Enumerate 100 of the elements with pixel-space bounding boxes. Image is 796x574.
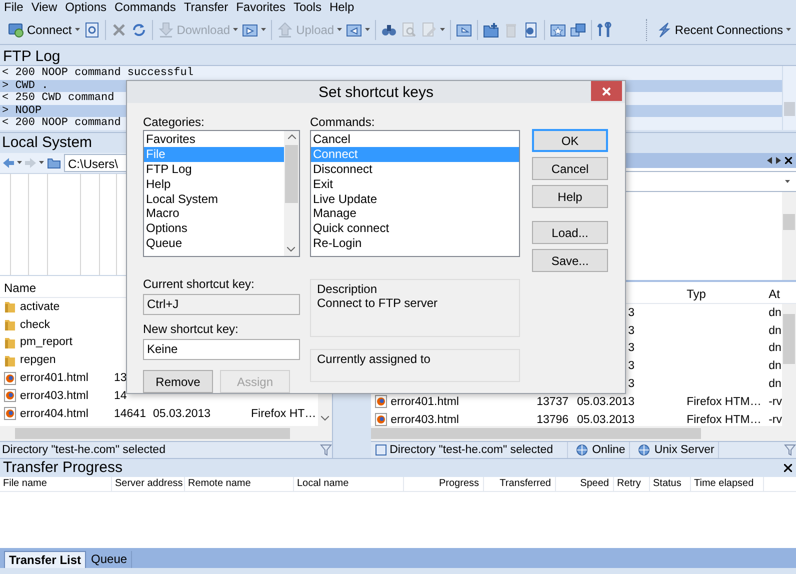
dialog-button[interactable]: Help [532,185,608,208]
input-field[interactable]: Keine [143,339,300,360]
file-date: 3 [627,342,635,354]
dialog-button[interactable]: Save... [532,249,608,272]
file-date: 05.03.2013 [153,408,212,420]
panel-title: Transfer Progress [3,459,122,476]
column-header[interactable]: Remote name [185,476,294,491]
close-icon [110,22,127,38]
file-attributes: dn [768,306,782,319]
column-header[interactable]: Speed [556,476,614,491]
file-size: 13 [114,372,128,384]
file-attributes: dn [768,360,782,372]
caret-icon [233,28,238,31]
column-header[interactable]: Time elapsed [691,476,764,491]
file-size: 13796 [536,414,570,426]
menu-item[interactable]: Options [64,0,108,15]
menu-item[interactable]: File [3,0,24,15]
column-header[interactable]: At [768,286,796,301]
dialog-button[interactable]: Cancel [532,157,608,180]
column-header[interactable]: File name [0,476,112,491]
list-item[interactable]: Macro [144,206,284,222]
file-date: 3 [627,378,635,390]
panel-title: FTP Log [3,48,60,64]
column-header[interactable]: Status [650,476,691,491]
list-item[interactable]: Queue [144,236,284,252]
field-label: New shortcut key: [143,322,240,337]
folder-icon [47,156,61,169]
page-icon [84,22,100,38]
list-item[interactable]: Help [144,176,284,192]
menu-item[interactable]: Commands [114,0,177,15]
list-label: Categories: [143,115,206,130]
list-item[interactable]: Exit [311,176,519,192]
menu-item[interactable]: Help [328,0,356,15]
action-button[interactable]: Remove [143,370,213,393]
file-date: 3 [627,306,635,319]
menu-item[interactable]: View [30,0,58,15]
scroll-up-icon [288,134,296,139]
boxes-icon [570,22,586,38]
file-size: 14641 [114,408,147,420]
toolbar-button[interactable]: Connect [6,18,82,42]
status-text: Unix Server [654,444,714,456]
scroll-down-icon [320,416,329,421]
list-item[interactable]: Disconnect [311,162,519,177]
caret-icon [440,28,446,31]
file-name: error403.html [390,414,459,426]
upload-icon [277,22,294,38]
column-header[interactable]: Local name [294,476,404,491]
close-icon[interactable] [784,464,792,472]
scrollbar-thumb [784,102,795,116]
menu-item[interactable]: Tools [292,0,322,15]
file-name: check [20,318,50,331]
column-header[interactable]: Transferred [484,476,556,491]
list-item[interactable]: Favorites [144,132,284,147]
column-header[interactable]: Progress [404,476,484,491]
list-item[interactable]: Local System [144,192,284,206]
list-label: Commands: [310,115,376,130]
caret-icon [74,28,80,31]
column-header[interactable]: Retry [614,476,650,491]
dialog-button[interactable]: Load... [532,221,608,244]
file-date: 3 [627,360,635,372]
tools-icon [597,22,614,38]
menu-item[interactable]: Favorites [235,0,286,15]
list-item[interactable]: Options [144,221,284,236]
close-icon [602,86,611,96]
list-item[interactable]: Quick connect [311,221,519,236]
log-line: < 200 NOOP command [1,117,121,130]
scrollbar-thumb [783,314,795,364]
tab[interactable]: Transfer List [4,551,86,568]
list-item[interactable]: Live Update [311,192,519,206]
log-line: > CWD . [1,80,48,92]
back-icon [3,158,14,168]
column-header[interactable]: Typ [686,286,769,301]
caret-icon [337,28,342,31]
list-item[interactable]: Manage [311,206,519,222]
folder-icon [4,336,16,349]
group-label: Description [317,282,378,296]
caret-icon [786,28,791,31]
field-label: Current shortcut key: [143,277,256,292]
list-item[interactable]: Re-Login [311,236,519,252]
file-name: error404.html [20,408,88,420]
file-name: activate [20,300,60,313]
firefox-file-icon [4,407,16,420]
file-attributes: dn [768,378,782,390]
list-item[interactable]: FTP Log [144,162,284,177]
forward-icon [25,158,36,168]
list-item[interactable]: Cancel [311,132,519,147]
caret-icon [17,161,22,164]
file-size: 14 [114,390,128,402]
toolbar-button[interactable]: Recent Connections [654,18,793,42]
filter-icon [784,444,796,456]
column-header[interactable]: Server address [112,476,185,491]
folder-icon [4,300,16,314]
dialog-button[interactable]: OK [532,129,608,152]
file-name: error401.html [390,396,459,408]
close-button[interactable] [591,81,622,101]
close-icon[interactable] [785,156,792,164]
menu-item[interactable]: Transfer [182,0,230,15]
file-size: 13737 [536,396,570,408]
refresh-icon [130,22,147,38]
column-header[interactable]: Name [0,280,36,295]
